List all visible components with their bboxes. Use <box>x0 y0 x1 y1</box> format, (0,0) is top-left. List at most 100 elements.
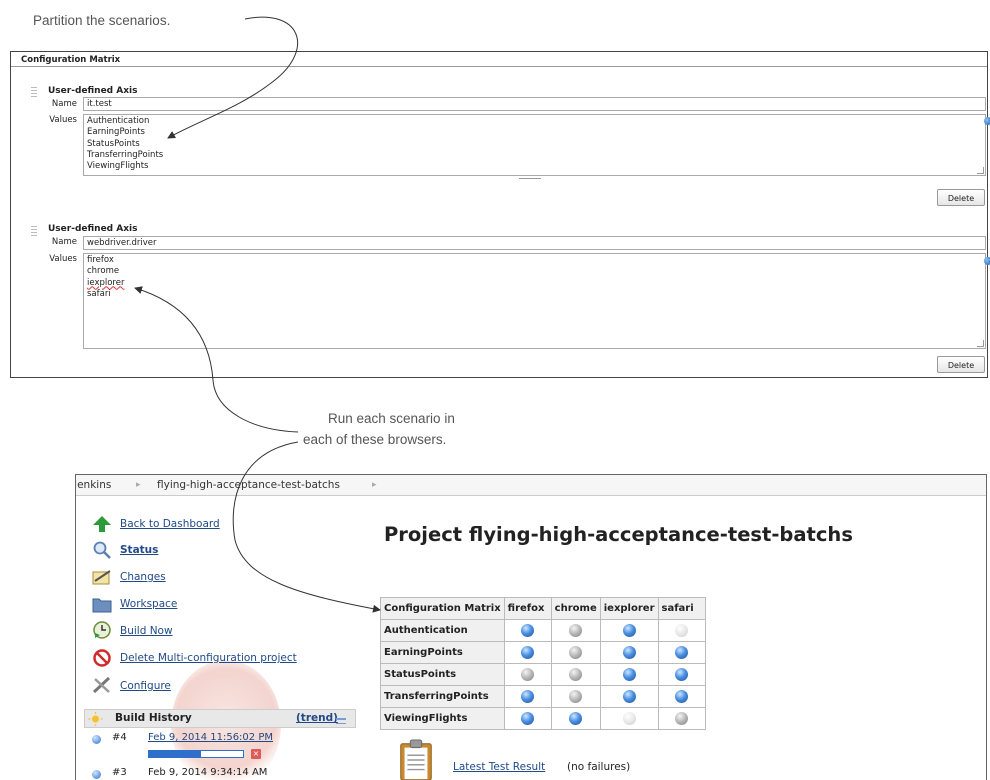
matrix-cell[interactable] <box>550 707 601 730</box>
callout-run-each-line1: Run each scenario in <box>328 411 455 426</box>
status-ball-blue-icon[interactable] <box>622 668 636 681</box>
matrix-row-header: TransferringPoints <box>380 685 505 708</box>
resize-grip-icon[interactable] <box>519 178 541 179</box>
status-ball-blue-icon[interactable] <box>521 712 535 725</box>
status-ball-blue-icon[interactable] <box>569 712 583 725</box>
status-ball-disabled-icon[interactable] <box>675 624 688 637</box>
resize-handle-icon[interactable] <box>977 167 984 174</box>
matrix-row: EarningPoints <box>380 641 706 664</box>
axis-name-input[interactable]: it.test <box>83 97 986 111</box>
status-ball-grey-icon[interactable] <box>569 690 583 703</box>
status-ball-blue-icon[interactable] <box>622 624 636 637</box>
matrix-corner-header: Configuration Matrix <box>380 597 505 620</box>
breadcrumb-project[interactable]: flying-high-acceptance-test-batchs <box>157 479 340 491</box>
status-ball-grey-icon[interactable] <box>569 668 583 681</box>
trend-link[interactable]: (trend) <box>296 712 338 724</box>
axis-name-input[interactable]: webdriver.driver <box>83 236 986 250</box>
axis-title: User-defined Axis <box>48 224 138 234</box>
matrix-cell[interactable] <box>657 685 706 708</box>
sidebar-item-label[interactable]: Changes <box>120 571 166 583</box>
sidebar-item-label[interactable]: Configure <box>120 680 171 692</box>
sidebar-item-configure[interactable] <box>92 676 112 698</box>
status-ball-grey-icon[interactable] <box>569 624 583 637</box>
sidebar-item-label[interactable]: Status <box>120 544 158 556</box>
configuration-matrix-title: Configuration Matrix <box>11 52 987 67</box>
jenkins-project-page: Jenkins ▸ flying-high-acceptance-test-ba… <box>75 474 987 780</box>
status-ball-grey-icon[interactable] <box>521 668 535 681</box>
matrix-cell[interactable] <box>599 641 659 664</box>
breadcrumb-jenkins[interactable]: Jenkins <box>76 479 111 491</box>
matrix-cell[interactable] <box>503 685 552 708</box>
matrix-cell[interactable] <box>503 619 552 642</box>
build-date[interactable]: Feb 9, 2014 9:34:14 AM <box>148 767 267 778</box>
help-icon[interactable] <box>984 117 990 125</box>
name-label: Name <box>51 99 77 109</box>
drag-handle-icon[interactable] <box>31 226 37 236</box>
delete-axis-button[interactable]: Delete <box>937 189 985 206</box>
status-ball-blue-icon[interactable] <box>675 646 688 659</box>
matrix-cell[interactable] <box>550 619 601 642</box>
status-ball-blue-icon[interactable] <box>521 624 535 637</box>
axis-values-textarea[interactable]: firefox chrome iexplorer safari <box>83 253 986 349</box>
notepad-icon <box>92 570 111 585</box>
matrix-row-header: Authentication <box>380 619 505 642</box>
status-ball-disabled-icon[interactable] <box>622 712 636 725</box>
up-arrow-icon <box>93 516 111 532</box>
matrix-cell[interactable] <box>599 707 659 730</box>
help-icon[interactable] <box>984 257 990 265</box>
sidebar-item-label[interactable]: Delete Multi-configuration project <box>120 652 297 664</box>
status-ball-blue-icon[interactable] <box>622 690 636 703</box>
status-ball-blue-icon[interactable] <box>622 646 636 659</box>
no-entry-icon <box>93 649 111 667</box>
matrix-cell[interactable] <box>550 663 601 686</box>
status-ball-blue-icon[interactable] <box>675 668 688 681</box>
sidebar-item-status[interactable] <box>92 541 112 563</box>
matrix-cell[interactable] <box>657 663 706 686</box>
sidebar-item-label[interactable]: Workspace <box>120 598 177 610</box>
sidebar-item-back-to-dashboard[interactable] <box>92 515 112 537</box>
sidebar-item-label[interactable]: Back to Dashboard <box>120 518 220 530</box>
build-progress-fill <box>149 751 201 757</box>
axis-value-line: TransferringPoints <box>87 149 164 160</box>
sidebar-item-delete-project[interactable] <box>92 649 112 671</box>
status-ball-grey-icon[interactable] <box>569 646 583 659</box>
magnifier-icon <box>93 541 111 559</box>
resize-handle-icon[interactable] <box>977 340 984 347</box>
status-ball-grey-icon[interactable] <box>675 712 688 725</box>
sidebar-item-label[interactable]: Build Now <box>120 625 173 637</box>
status-ball-blue-icon[interactable] <box>521 690 535 703</box>
matrix-cell[interactable] <box>550 641 601 664</box>
cancel-build-icon[interactable]: × <box>251 749 261 759</box>
sidebar-item-workspace[interactable] <box>92 595 112 617</box>
matrix-row-header: StatusPoints <box>380 663 505 686</box>
sidebar-item-changes[interactable] <box>92 568 112 590</box>
matrix-body: Authentication EarningPoints StatusPoints T… <box>380 619 706 730</box>
matrix-cell[interactable] <box>550 685 601 708</box>
collapse-icon[interactable] <box>336 718 346 724</box>
axis-value-line: safari <box>87 288 111 299</box>
matrix-row: ViewingFlights <box>380 707 706 730</box>
build-date-link[interactable]: Feb 9, 2014 11:56:02 PM <box>148 732 273 743</box>
status-ball-blue-icon[interactable] <box>521 646 535 659</box>
delete-axis-button[interactable]: Delete <box>937 356 985 373</box>
matrix-column-header: chrome <box>550 597 601 620</box>
latest-test-result-link[interactable]: Latest Test Result <box>453 761 545 773</box>
matrix-cell[interactable] <box>599 619 659 642</box>
matrix-header-row: Configuration Matrix firefox chrome iexplor… <box>380 597 706 620</box>
matrix-cell[interactable] <box>503 707 552 730</box>
drag-handle-icon[interactable] <box>31 87 37 97</box>
matrix-cell[interactable] <box>503 663 552 686</box>
matrix-column-header: safari <box>657 597 706 620</box>
matrix-cell[interactable] <box>503 641 552 664</box>
matrix-cell[interactable] <box>657 641 706 664</box>
axis-values-textarea[interactable]: Authentication EarningPoints StatusPoints T… <box>83 114 986 176</box>
matrix-cell[interactable] <box>599 685 659 708</box>
sidebar-item-build-now[interactable] <box>92 621 112 643</box>
status-ball-blue-icon[interactable] <box>675 690 688 703</box>
clock-icon <box>93 621 111 639</box>
latest-test-note: (no failures) <box>567 761 631 773</box>
matrix-cell[interactable] <box>599 663 659 686</box>
matrix-cell[interactable] <box>657 707 706 730</box>
matrix-cell[interactable] <box>657 619 706 642</box>
matrix-row-header: EarningPoints <box>380 641 505 664</box>
